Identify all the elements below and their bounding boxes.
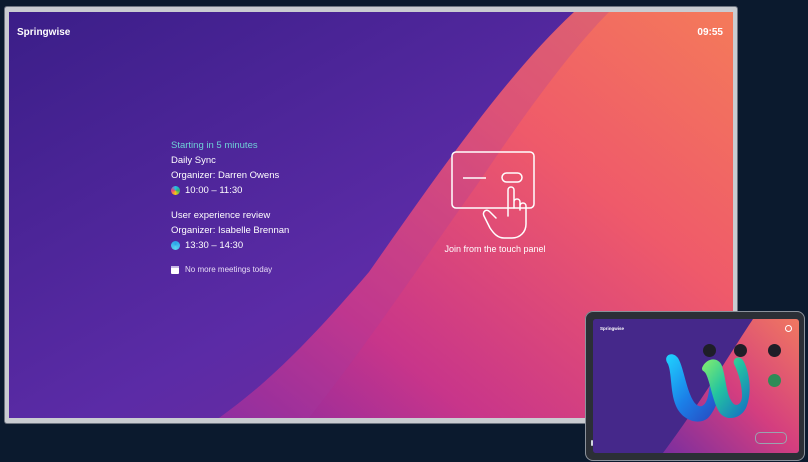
meeting-time: 13:30 – 14:30 (185, 240, 244, 251)
clock: 09:55 (697, 27, 723, 38)
touch-prompt: Join from the touch panel (440, 150, 550, 254)
webex-button[interactable] (768, 374, 781, 387)
volume-pill[interactable] (755, 432, 787, 444)
meeting-time: 10:00 – 11:30 (185, 185, 243, 196)
calendar-icon (171, 265, 179, 274)
meeting-title: User experience review (171, 210, 271, 221)
touch-panel-icon (451, 151, 535, 239)
meeting-organizer: Organizer: Darren Owens (171, 170, 280, 181)
meeting-status: Starting in 5 minutes (171, 140, 258, 151)
webex-logo (666, 354, 750, 422)
webex-blue-icon (171, 241, 180, 250)
gear-icon[interactable] (785, 325, 792, 332)
touch-panel-brand: Springwise (600, 326, 625, 331)
meeting-time-row: 13:30 – 14:30 (171, 240, 289, 251)
no-more-label: No more meetings today (185, 265, 273, 274)
touch-prompt-label: Join from the touch panel (444, 244, 546, 254)
calendar-button[interactable] (768, 344, 781, 357)
no-more-meetings: No more meetings today (171, 265, 289, 274)
meeting-title: Daily Sync (171, 155, 216, 166)
meeting-time-row: 10:00 – 11:30 (171, 185, 289, 196)
brand-name: Springwise (17, 27, 71, 38)
meeting-organizer: Organizer: Isabelle Brennan (171, 225, 290, 236)
meeting-list: Starting in 5 minutes Daily Sync Organiz… (171, 140, 289, 274)
webex-multicolor-icon (171, 186, 180, 195)
home-indicator (591, 440, 593, 446)
